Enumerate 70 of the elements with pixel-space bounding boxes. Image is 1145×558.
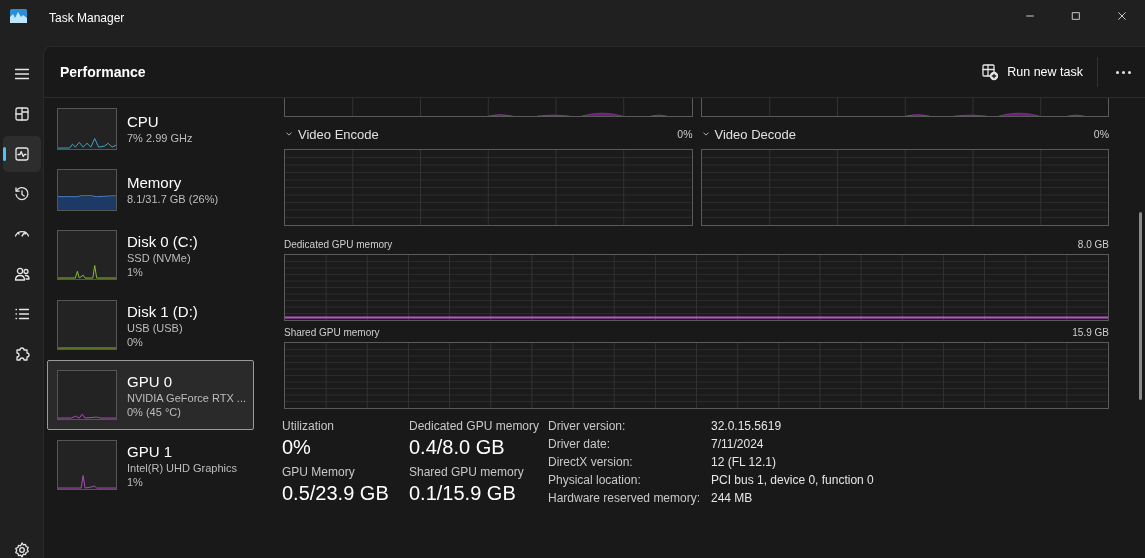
- graph-max: 15.9 GB: [1072, 327, 1109, 338]
- usage-graph: [57, 370, 117, 420]
- device-detail: NVIDIA GeForce RTX ...: [127, 391, 246, 404]
- device-detail: 0% (45 °C): [127, 405, 182, 418]
- detail-label: Physical location:: [548, 473, 642, 487]
- users-icon: [12, 265, 31, 283]
- detail-value: 244 MB: [711, 491, 754, 505]
- device-name: Disk 0 (C:): [127, 232, 198, 250]
- detail-label: Hardware reserved memory:: [548, 491, 702, 505]
- engine-reading: 0%: [1093, 128, 1109, 140]
- more-icon: [1116, 70, 1131, 74]
- detail-value: PCI bus 1, device 0, function 0: [711, 473, 874, 487]
- detail-value: 7/11/2024: [711, 437, 765, 451]
- device-item[interactable]: CPU 7% 2.99 GHz: [47, 98, 254, 159]
- graph-max: 8.0 GB: [1077, 239, 1109, 250]
- device-detail: 0%: [127, 335, 144, 348]
- settings-icon: [12, 541, 31, 558]
- chevron-icon: [700, 129, 711, 139]
- device-detail: 1%: [127, 475, 144, 488]
- device-detail: Intel(R) UHD Graphics: [127, 461, 238, 474]
- usage-graph: [57, 168, 117, 211]
- stat-label: Shared GPU memory: [409, 465, 525, 479]
- detail-label: Driver version:: [548, 419, 627, 433]
- usage-graph: [57, 107, 117, 150]
- app-icon: [10, 9, 27, 23]
- device-item[interactable]: Memory 8.1/31.7 GB (26%): [47, 159, 254, 220]
- engine-name: Video Encode: [298, 126, 379, 142]
- window-title: Task Manager: [49, 11, 125, 25]
- device-item[interactable]: GPU 1 Intel(R) UHD Graphics 1%: [47, 430, 254, 500]
- engine-reading: 0%: [677, 128, 693, 140]
- detail-value: 12 (FL 12.1): [711, 455, 777, 469]
- device-name: GPU 0: [127, 372, 173, 390]
- page-title: Performance: [60, 64, 146, 80]
- chevron-icon: [284, 129, 294, 139]
- stat-value: 0.4/8.0 GB: [409, 436, 506, 459]
- detail-label: DirectX version:: [548, 455, 634, 469]
- device-item[interactable]: Disk 1 (D:) USB (USB) 0%: [47, 290, 254, 360]
- device-detail: 1%: [127, 265, 144, 278]
- stat-value: 0%: [282, 436, 312, 459]
- device-item[interactable]: GPU 0 NVIDIA GeForce RTX ... 0% (45 °C): [47, 360, 254, 430]
- graph-label: Dedicated GPU memory: [284, 239, 393, 250]
- device-detail: USB (USB): [127, 321, 184, 334]
- stat-value: 0.5/23.9 GB: [282, 482, 390, 505]
- device-detail: SSD (NVMe): [127, 251, 192, 264]
- maximize-icon: [1070, 10, 1082, 22]
- close-icon: [1116, 10, 1128, 22]
- device-item[interactable]: Disk 0 (C:) SSD (NVMe) 1%: [47, 220, 254, 290]
- stat-value: 0.1/15.9 GB: [409, 482, 517, 505]
- processes-icon: [12, 105, 31, 123]
- stat-label: Utilization: [282, 419, 336, 433]
- performance-icon: [12, 145, 31, 163]
- detail-value: 32.0.15.5619: [711, 419, 783, 433]
- history-icon: [12, 185, 31, 203]
- engine-name: Video Decode: [714, 126, 796, 142]
- device-detail: 8.1/31.7 GB (26%): [127, 193, 219, 205]
- device-name: Disk 1 (D:): [127, 302, 198, 320]
- usage-graph: [57, 300, 117, 350]
- usage-graph: [57, 440, 117, 490]
- device-detail: 7% 2.99 GHz: [127, 132, 193, 144]
- run-new-task-button[interactable]: Run new task: [973, 57, 1091, 87]
- stat-label: Dedicated GPU memory: [409, 419, 541, 433]
- nav-button[interactable]: [2, 136, 41, 172]
- new-task-icon: [981, 63, 1000, 81]
- graph-label: Shared GPU memory: [284, 327, 380, 338]
- device-name: Memory: [127, 174, 183, 191]
- device-name: CPU: [127, 113, 160, 130]
- stat-label: GPU Memory: [282, 465, 356, 479]
- detail-label: Driver date:: [548, 437, 612, 451]
- device-name: GPU 1: [127, 442, 173, 460]
- usage-graph: [57, 230, 117, 280]
